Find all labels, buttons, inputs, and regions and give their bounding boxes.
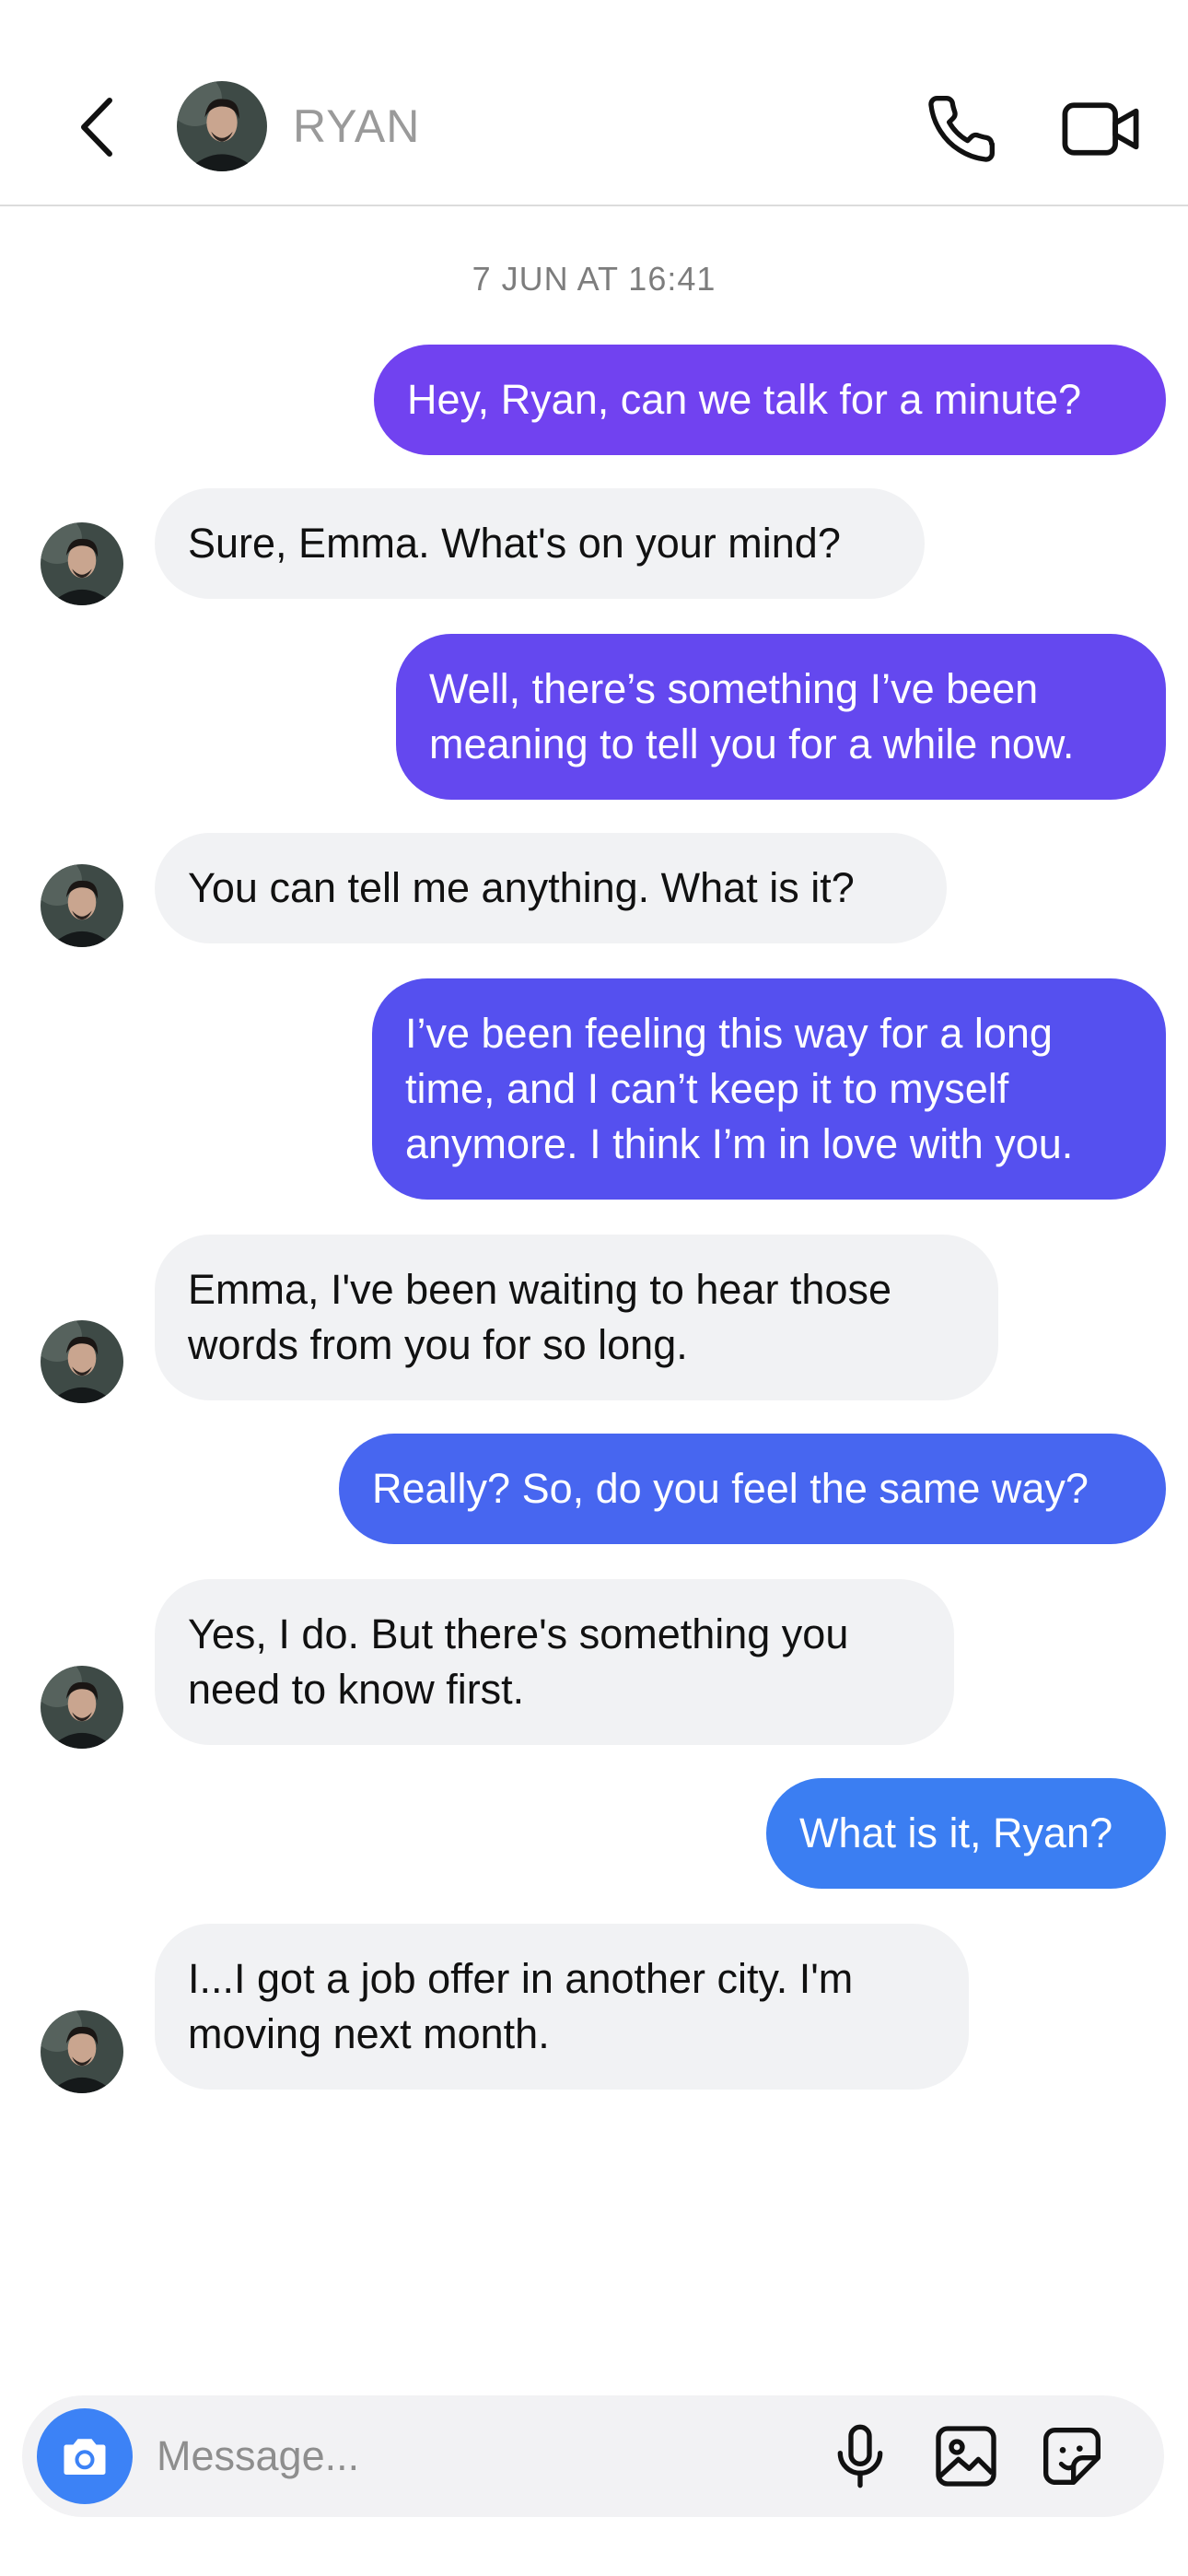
incoming-message[interactable]: I...I got a job offer in another city. I… xyxy=(155,1924,969,2090)
video-camera-icon xyxy=(1062,102,1139,156)
incoming-message[interactable]: Emma, I've been waiting to hear those wo… xyxy=(155,1235,998,1400)
avatar-image xyxy=(177,81,267,171)
outgoing-message[interactable]: Really? So, do you feel the same way? xyxy=(339,1434,1166,1544)
contact-avatar-small xyxy=(41,864,123,947)
back-button[interactable] xyxy=(64,90,129,164)
message-text: Hey, Ryan, can we talk for a minute? xyxy=(407,376,1081,423)
chevron-left-icon xyxy=(81,98,112,157)
incoming-message[interactable]: Yes, I do. But there's something you nee… xyxy=(155,1579,954,1745)
contact-avatar-small xyxy=(41,522,123,605)
image-icon xyxy=(936,2426,996,2487)
contact-avatar-small xyxy=(41,1320,123,1403)
message-text: You can tell me anything. What is it? xyxy=(188,864,855,911)
gallery-button[interactable] xyxy=(929,2419,1003,2493)
chat-header: RYAN xyxy=(0,0,1188,206)
message-input[interactable] xyxy=(157,2423,801,2489)
camera-icon xyxy=(64,2439,106,2475)
phone-icon xyxy=(928,95,996,162)
message-text: What is it, Ryan? xyxy=(799,1809,1113,1856)
message-text: I...I got a job offer in another city. I… xyxy=(188,1955,854,2057)
sticker-button[interactable] xyxy=(1035,2419,1109,2493)
conversation-timestamp: 7 JUN AT 16:41 xyxy=(472,260,716,298)
voice-message-button[interactable] xyxy=(823,2419,897,2493)
outgoing-message[interactable]: Hey, Ryan, can we talk for a minute? xyxy=(374,345,1166,455)
incoming-message[interactable]: You can tell me anything. What is it? xyxy=(155,833,947,943)
incoming-message[interactable]: Sure, Emma. What's on your mind? xyxy=(155,488,925,599)
message-text: Really? So, do you feel the same way? xyxy=(372,1465,1089,1512)
outgoing-message[interactable]: I’ve been feeling this way for a long ti… xyxy=(372,978,1166,1200)
voice-call-button[interactable] xyxy=(925,92,998,166)
camera-button[interactable] xyxy=(37,2408,133,2504)
contact-name[interactable]: RYAN xyxy=(293,100,420,153)
avatar-image xyxy=(41,2010,123,2093)
microphone-icon xyxy=(837,2424,883,2488)
video-call-button[interactable] xyxy=(1059,92,1142,166)
avatar-image xyxy=(41,1666,123,1749)
outgoing-message[interactable]: What is it, Ryan? xyxy=(766,1778,1166,1889)
avatar-image xyxy=(41,1320,123,1403)
message-text: Well, there’s something I’ve been meanin… xyxy=(429,665,1075,767)
contact-avatar-small xyxy=(41,1666,123,1749)
message-text: Yes, I do. But there's something you nee… xyxy=(188,1610,849,1713)
message-composer xyxy=(22,2395,1164,2517)
avatar-image xyxy=(41,522,123,605)
contact-avatar[interactable] xyxy=(177,81,267,171)
avatar-image xyxy=(41,864,123,947)
message-text: I’ve been feeling this way for a long ti… xyxy=(405,1010,1074,1167)
message-text: Emma, I've been waiting to hear those wo… xyxy=(188,1266,892,1368)
sticker-icon xyxy=(1043,2428,1101,2485)
outgoing-message[interactable]: Well, there’s something I’ve been meanin… xyxy=(396,634,1166,800)
message-text: Sure, Emma. What's on your mind? xyxy=(188,520,841,567)
contact-avatar-small xyxy=(41,2010,123,2093)
